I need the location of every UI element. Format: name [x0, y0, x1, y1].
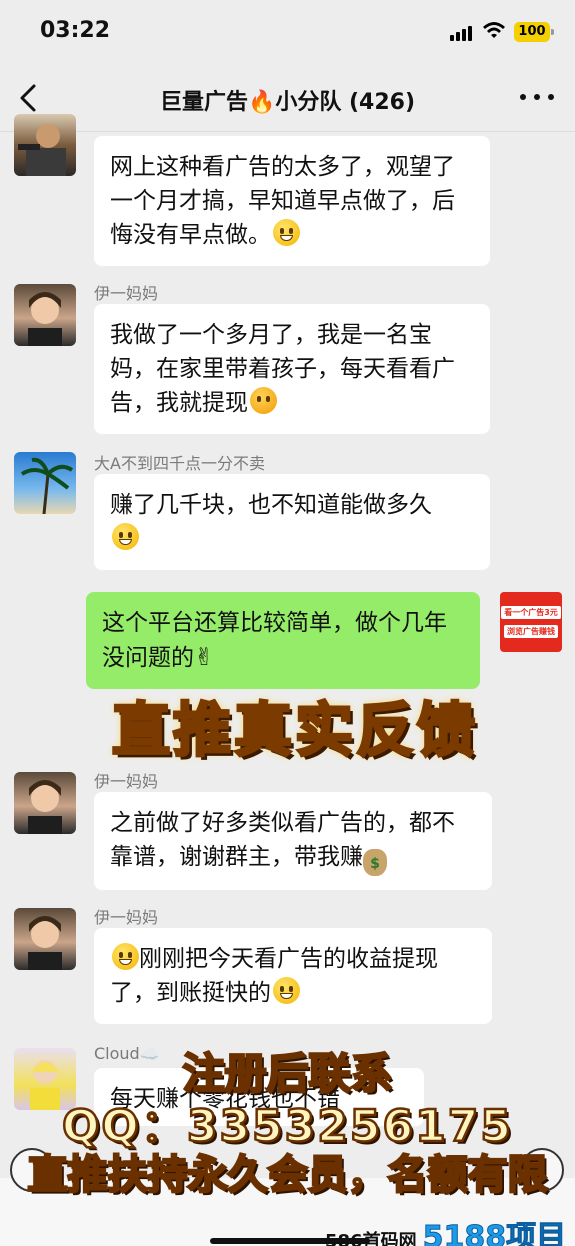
- message-bubble[interactable]: 之前做了好多类似看广告的，都不靠谱，谢谢群主，带我赚 $: [94, 792, 492, 890]
- sender-name: 伊一妈妈: [94, 908, 159, 927]
- signal-icon: [450, 26, 472, 41]
- grinning-emoji-icon: [112, 523, 139, 550]
- avatar[interactable]: [14, 284, 76, 346]
- message-text: 之前做了好多类似看广告的，都不靠谱，谢谢群主，带我赚: [110, 810, 455, 870]
- battery-icon: 100: [514, 22, 554, 42]
- sweat-smile-emoji-icon: [273, 219, 300, 246]
- avatar[interactable]: [14, 772, 76, 834]
- self-message-bubble[interactable]: 这个平台还算比较简单，做个几年没问题的✌: [86, 592, 480, 689]
- avatar[interactable]: [14, 908, 76, 970]
- status-time: 03:22: [40, 18, 111, 43]
- message-bubble[interactable]: 刚刚把今天看广告的收益提现了，到账挺快的: [94, 928, 492, 1024]
- message-text: 赚了几千块，也不知道能做多久: [110, 492, 432, 518]
- message-text: 我做了一个多月了，我是一名宝妈，在家里带着孩子，每天看看广告，我就提现: [110, 322, 455, 416]
- sender-name: 大A不到四千点一分不卖: [94, 454, 265, 473]
- sender-name: 伊一妈妈: [94, 772, 159, 791]
- chat-header: 巨量广告🔥小分队 (426): [0, 64, 575, 132]
- avatar[interactable]: [14, 114, 76, 176]
- message-bubble[interactable]: 我做了一个多月了，我是一名宝妈，在家里带着孩子，每天看看广告，我就提现: [94, 304, 490, 434]
- grinning-emoji-icon: [112, 943, 139, 970]
- status-bar: 03:22 100: [0, 0, 575, 64]
- home-indicator: [210, 1238, 370, 1244]
- message-bubble[interactable]: 赚了几千块，也不知道能做多久: [94, 474, 490, 570]
- money-bag-icon: $: [363, 849, 387, 876]
- avatar[interactable]: [14, 452, 76, 514]
- chat-title: 巨量广告🔥小分队 (426): [159, 90, 416, 115]
- ad-badge-line2: 浏览广告赚钱: [504, 625, 558, 638]
- promo-banner: 直推真实反馈: [110, 695, 478, 766]
- ad-badge[interactable]: 看一个广告3元 浏览广告赚钱: [500, 592, 562, 652]
- message-bubble[interactable]: 网上这种看广告的太多了，观望了一个月才搞，早知道早点做了，后悔没有早点做。: [94, 136, 490, 266]
- more-options-button[interactable]: [520, 94, 554, 104]
- wifi-icon: [483, 22, 505, 38]
- ad-badge-line1: 看一个广告3元: [501, 606, 561, 619]
- grinning-emoji-icon: [273, 977, 300, 1004]
- hand-over-mouth-emoji-icon: [250, 387, 277, 414]
- victory-hand-icon: ✌: [194, 643, 215, 671]
- message-text: 这个平台还算比较简单，做个几年没问题的: [102, 610, 447, 671]
- sender-name: 伊一妈妈: [94, 284, 159, 303]
- promo-overlay-line3: 直推扶持永久会员，名额有限: [26, 1151, 549, 1200]
